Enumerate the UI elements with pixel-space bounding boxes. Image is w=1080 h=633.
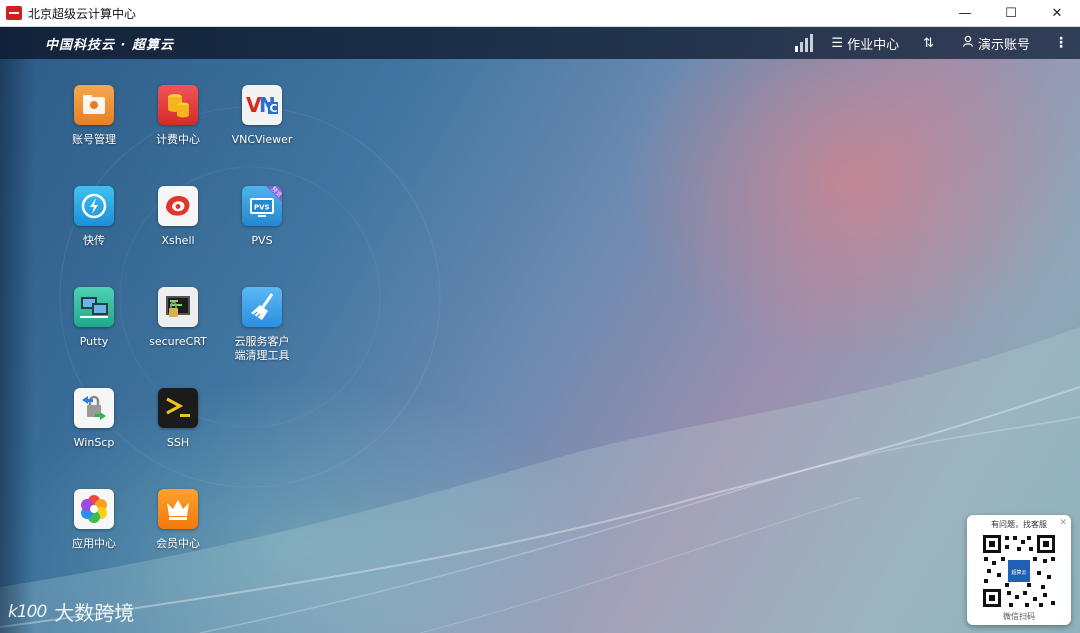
topbar: 中国科技云 · 超算云 ☰ 作业中心 ⇅ 演示账号 ⋮ [0,27,1080,59]
signal-icon [795,34,814,52]
app-securecrt[interactable]: secureCRT [136,287,220,349]
window-titlebar: 北京超级云计算中心 — ☐ ✕ [0,0,1080,27]
app-label-line1: 云服务客户 [234,335,290,348]
pvs-icon: PVS 预览 [242,186,282,226]
app-winscp[interactable]: WinScp [52,388,136,450]
terminal-icon [158,388,198,428]
app-label: SSH [166,436,190,449]
customer-service-qr-panel: 有问题，找客服 ✕ 超算云 微信扫码 [967,515,1071,625]
folder-account-icon [74,85,114,125]
winscp-icon [74,388,114,428]
minimize-button[interactable]: — [942,0,988,26]
app-pvs[interactable]: PVS 预览 PVS [220,186,304,248]
transfer-arrows-icon: ⇅ [923,35,934,51]
qr-panel-footer: 微信扫码 [1003,612,1035,621]
app-vncviewer[interactable]: VNC VNCViewer [220,85,304,147]
watermark: k100 大数跨境 [8,597,134,626]
app-label: PVS [251,234,273,247]
user-icon [962,35,974,51]
app-label: Putty [79,335,109,348]
app-center-icon [74,489,114,529]
app-label: 云服务客户 端清理工具 [220,335,304,363]
app-label-line2: 端清理工具 [234,349,290,362]
account-button[interactable]: 演示账号 [962,34,1030,53]
app-label: 计费中心 [156,133,200,146]
watermark-logo: k100 [8,601,47,622]
jobs-center-label: 作业中心 [847,37,900,53]
securecrt-icon [158,287,198,327]
broom-icon [242,287,282,327]
qr-panel-title: 有问题，找客服 [991,520,1047,529]
app-member-center[interactable]: 会员中心 [136,489,220,551]
qr-code-icon: 超算云 [981,533,1057,609]
vnc-icon: VNC [242,85,282,125]
app-label: secureCRT [149,335,207,348]
app-label: 快传 [83,234,105,247]
app-account-management[interactable]: 账号管理 [52,85,136,147]
app-label: 应用中心 [72,537,116,550]
close-icon[interactable]: ✕ [1059,518,1067,528]
app-logo-icon [6,6,22,20]
svg-text:PVS: PVS [254,204,270,212]
window-title: 北京超级云计算中心 [28,6,137,21]
transfer-button[interactable]: ⇅ [923,36,938,51]
xshell-icon [158,186,198,226]
desktop: 中国科技云 · 超算云 ☰ 作业中心 ⇅ 演示账号 ⋮ 账号管理 快传 Putt… [0,27,1080,633]
putty-icon [74,287,114,327]
crown-icon [158,489,198,529]
maximize-button[interactable]: ☐ [988,0,1034,26]
app-billing-center[interactable]: 计费中心 [136,85,220,147]
watermark-text: 大数跨境 [54,601,135,625]
fast-transfer-icon [74,186,114,226]
list-icon: ☰ [831,35,844,51]
more-vertical-icon[interactable]: ⋮ [1054,35,1068,51]
app-label: Xshell [161,234,195,247]
jobs-center-button[interactable]: ☰ 作业中心 [831,34,899,53]
app-xshell[interactable]: Xshell [136,186,220,248]
app-fast-transfer[interactable]: 快传 [52,186,136,248]
coins-billing-icon [158,85,198,125]
app-ssh[interactable]: SSH [136,388,220,450]
app-client-cleaner[interactable]: 云服务客户 端清理工具 [220,287,304,363]
app-putty[interactable]: Putty [52,287,136,349]
close-button[interactable]: ✕ [1034,0,1080,26]
qr-center-label: 超算云 [1011,569,1026,576]
left-edge-shade [0,27,34,633]
app-label: WinScp [73,436,115,449]
app-label: 账号管理 [72,133,116,146]
account-label: 演示账号 [977,37,1030,53]
app-label: VNCViewer [231,133,293,146]
brand-logo: 中国科技云 · 超算云 [45,37,174,53]
app-app-center[interactable]: 应用中心 [52,489,136,551]
svg-text:C: C [270,102,278,115]
app-label: 会员中心 [156,537,200,550]
